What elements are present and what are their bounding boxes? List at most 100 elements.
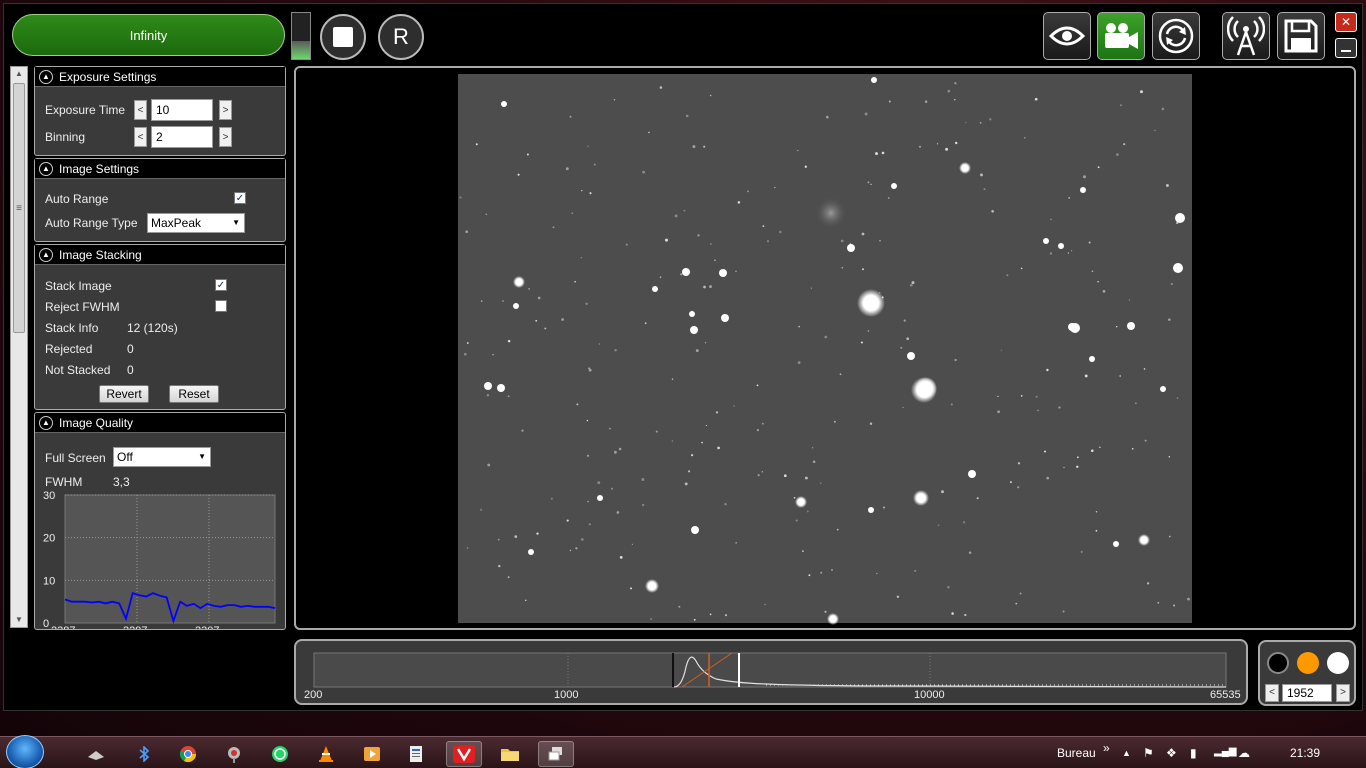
vlc-icon[interactable] bbox=[308, 741, 344, 767]
faint-star bbox=[950, 403, 953, 406]
faint-star bbox=[1187, 597, 1190, 601]
sequence-prev-button[interactable]: < bbox=[1265, 684, 1279, 702]
bright-star bbox=[1058, 243, 1064, 249]
scroll-down-icon[interactable]: ▼ bbox=[11, 613, 27, 627]
faint-star bbox=[1099, 446, 1101, 449]
image-viewer[interactable] bbox=[294, 66, 1356, 630]
white-dot-button[interactable] bbox=[1327, 652, 1349, 674]
flag-icon[interactable]: ⚑ bbox=[1143, 746, 1154, 760]
faint-star bbox=[937, 524, 940, 527]
binning-increment[interactable]: > bbox=[219, 127, 232, 147]
bright-star bbox=[959, 162, 971, 174]
full-screen-select[interactable]: Off ▼ bbox=[113, 447, 211, 467]
bright-star bbox=[1160, 386, 1166, 392]
collapse-icon[interactable]: ▲ bbox=[39, 415, 53, 430]
faint-star bbox=[1157, 601, 1160, 604]
view-button[interactable] bbox=[1043, 12, 1091, 60]
panel-header[interactable]: ▲ Image Quality bbox=[35, 413, 285, 433]
binning-label: Binning bbox=[45, 130, 86, 144]
black-dot-button[interactable] bbox=[1267, 652, 1289, 674]
faint-star bbox=[954, 82, 957, 85]
faint-star bbox=[514, 535, 518, 538]
faint-star bbox=[492, 354, 494, 356]
faint-star bbox=[1046, 476, 1050, 480]
faint-star bbox=[954, 99, 956, 101]
revert-button[interactable]: Revert bbox=[99, 385, 149, 403]
reset-button[interactable]: R bbox=[378, 14, 424, 60]
reset-stack-button[interactable]: Reset bbox=[169, 385, 219, 403]
bright-star bbox=[1080, 187, 1086, 193]
minimize-button[interactable] bbox=[1335, 38, 1357, 58]
chart-y-tick: 10 bbox=[43, 575, 55, 587]
infinity-button[interactable]: Infinity bbox=[12, 14, 285, 56]
panel-header[interactable]: ▲ Image Settings bbox=[35, 159, 285, 179]
clock[interactable]: 21:39 bbox=[1290, 746, 1320, 760]
faint-star bbox=[954, 358, 957, 362]
exposure-time-increment[interactable]: > bbox=[219, 100, 232, 120]
desktop-toolbar-label[interactable]: Bureau bbox=[1057, 746, 1096, 760]
whatsapp-icon[interactable] bbox=[262, 741, 298, 767]
network-app-icon[interactable] bbox=[78, 741, 114, 767]
camera-button[interactable] bbox=[1097, 12, 1145, 60]
save-button[interactable] bbox=[1277, 12, 1325, 60]
histogram[interactable] bbox=[296, 641, 1246, 703]
bright-star bbox=[513, 303, 519, 309]
cloud-icon[interactable]: ☁ bbox=[1238, 746, 1250, 760]
faint-star bbox=[625, 243, 628, 246]
folder-icon[interactable] bbox=[492, 741, 528, 767]
sidebar-scrollbar[interactable]: ▲ ≡ ▼ bbox=[10, 66, 28, 628]
faint-star bbox=[888, 100, 891, 103]
battery-icon[interactable]: ▮ bbox=[1190, 746, 1197, 760]
exposure-time-input[interactable]: 10 bbox=[151, 99, 213, 121]
panel-header[interactable]: ▲ Image Stacking bbox=[35, 245, 285, 265]
bright-star bbox=[691, 526, 699, 534]
document-app-icon[interactable] bbox=[398, 741, 434, 767]
sequence-input[interactable]: 1952 bbox=[1282, 684, 1332, 702]
faint-star bbox=[466, 547, 469, 549]
collapse-icon[interactable]: ▲ bbox=[39, 161, 53, 176]
faint-star bbox=[465, 230, 469, 234]
stack-image-checkbox[interactable]: ✓ bbox=[215, 279, 227, 291]
faint-star bbox=[566, 519, 569, 522]
stop-button[interactable] bbox=[320, 14, 366, 60]
loop-button[interactable] bbox=[1152, 12, 1200, 60]
collapse-icon[interactable]: ▲ bbox=[39, 69, 53, 84]
media-player-icon[interactable] bbox=[354, 741, 390, 767]
panel-header[interactable]: ▲ Exposure Settings bbox=[35, 67, 285, 87]
auto-range-checkbox[interactable]: ✓ bbox=[234, 192, 246, 204]
tray-expand-icon[interactable]: ▲ bbox=[1122, 748, 1131, 758]
binning-input[interactable]: 2 bbox=[151, 126, 213, 148]
exposure-time-decrement[interactable]: < bbox=[134, 100, 147, 120]
faint-star bbox=[1009, 481, 1012, 484]
auto-range-type-select[interactable]: MaxPeak ▼ bbox=[147, 213, 245, 233]
faint-star bbox=[1037, 409, 1039, 412]
chrome-icon[interactable] bbox=[170, 741, 206, 767]
faint-star bbox=[947, 586, 950, 589]
dropbox-icon[interactable]: ❖ bbox=[1166, 746, 1177, 760]
telescope-app-icon[interactable] bbox=[216, 741, 252, 767]
start-button[interactable] bbox=[6, 735, 44, 768]
bright-star bbox=[891, 183, 897, 189]
panel-title: Image Stacking bbox=[59, 247, 142, 262]
bright-star bbox=[915, 377, 937, 399]
bright-star bbox=[689, 311, 695, 317]
orange-dot-button[interactable] bbox=[1297, 652, 1319, 674]
chart-y-tick: 0 bbox=[43, 618, 49, 630]
sequence-next-button[interactable]: > bbox=[1336, 684, 1350, 702]
collapse-icon[interactable]: ▲ bbox=[39, 247, 53, 262]
reject-fwhm-checkbox[interactable] bbox=[215, 300, 227, 312]
faint-star bbox=[911, 281, 915, 285]
bluetooth-icon[interactable] bbox=[126, 741, 162, 767]
faint-star bbox=[1161, 107, 1165, 111]
faint-star bbox=[906, 337, 910, 341]
broadcast-button[interactable] bbox=[1222, 12, 1270, 60]
binning-decrement[interactable]: < bbox=[134, 127, 147, 147]
vivaldi-icon[interactable] bbox=[446, 741, 482, 767]
signal-icon[interactable]: ▂▄▆ bbox=[1214, 746, 1236, 757]
close-button[interactable]: ✕ bbox=[1335, 12, 1357, 32]
faint-star bbox=[1131, 447, 1134, 450]
desktop-toolbar-chevron[interactable]: » bbox=[1103, 741, 1110, 755]
faint-star bbox=[552, 226, 555, 229]
active-app-icon[interactable] bbox=[538, 741, 574, 767]
scroll-up-icon[interactable]: ▲ bbox=[11, 67, 27, 81]
